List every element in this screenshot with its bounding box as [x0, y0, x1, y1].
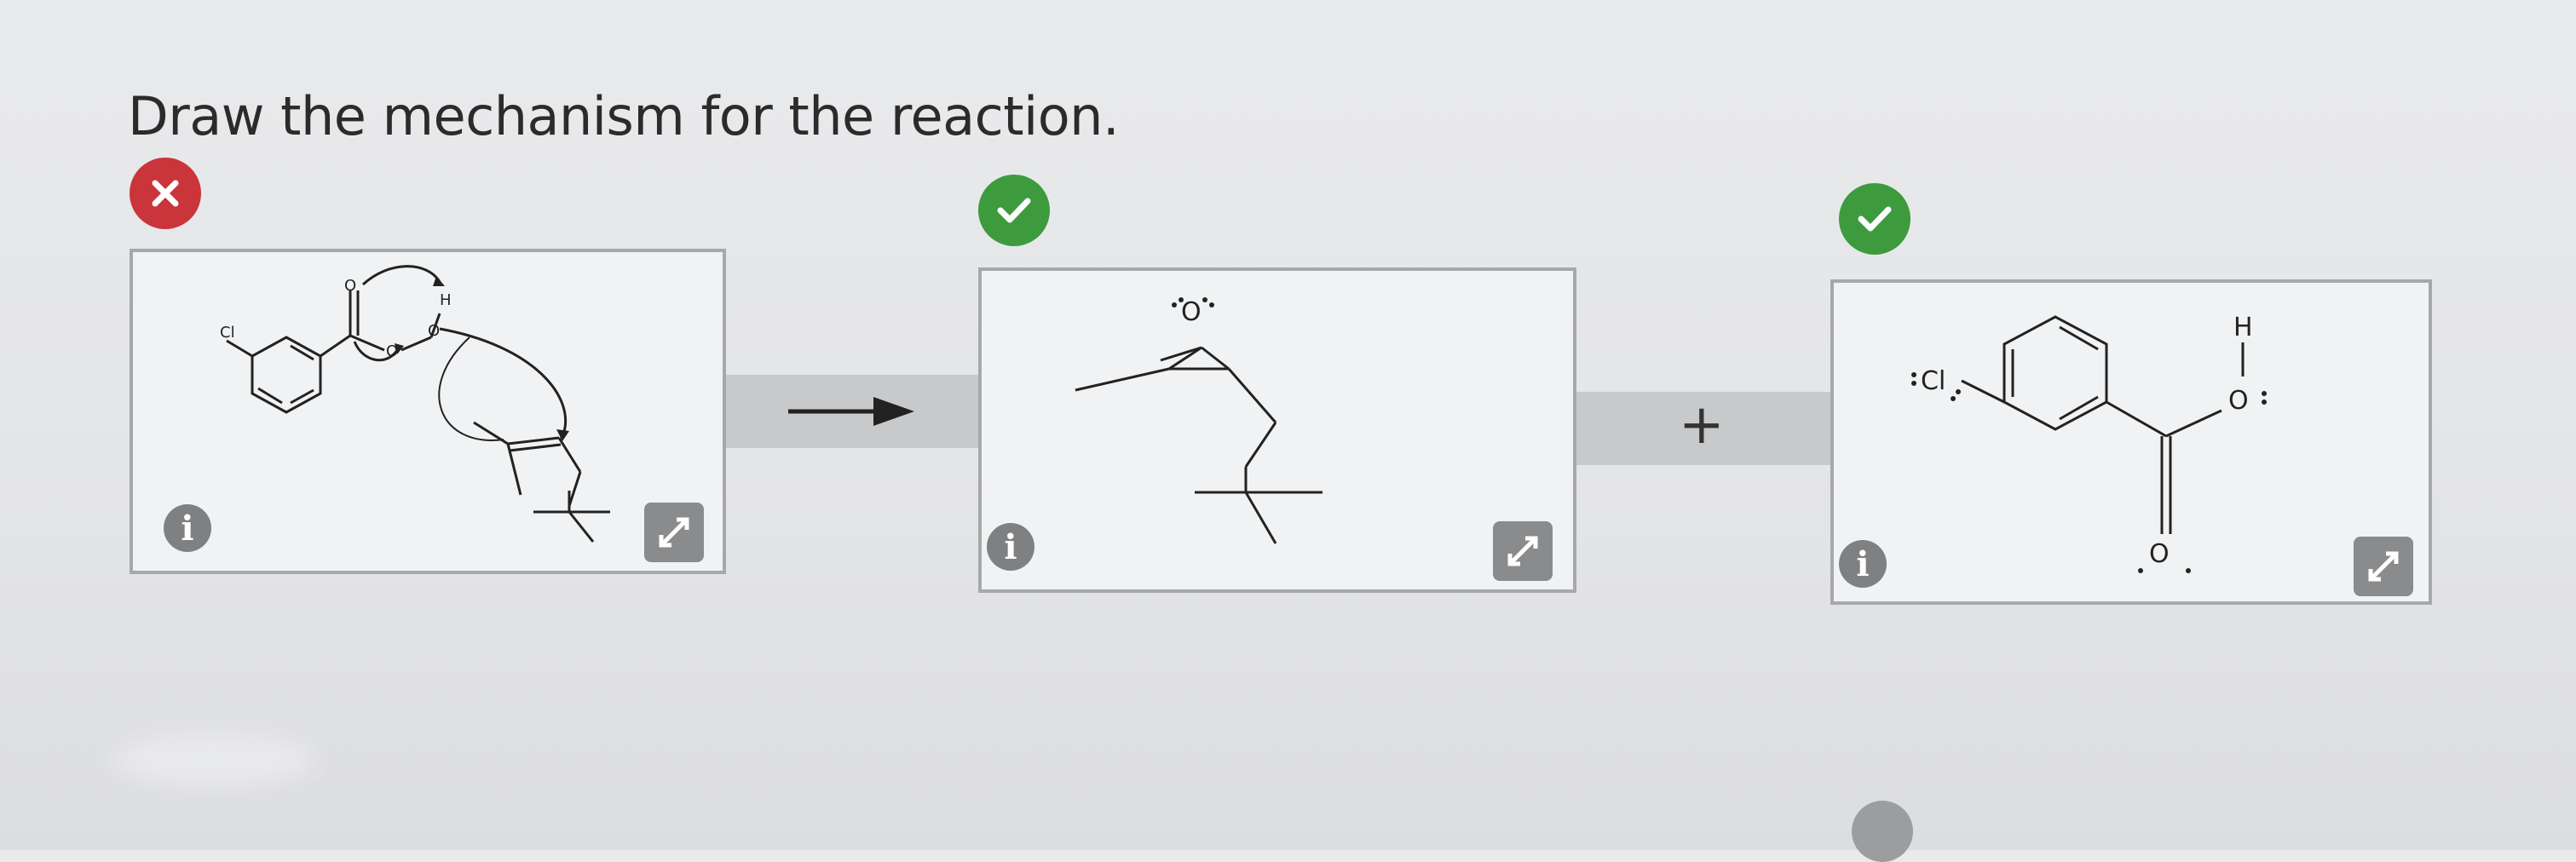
hydrogen-label: H — [440, 291, 452, 309]
question-prompt: Draw the mechanism for the reaction. — [128, 85, 1120, 147]
carbonyl-oxygen-label: O — [344, 277, 356, 295]
correct-check-icon — [1839, 183, 1910, 255]
background-blur-artifact — [111, 733, 315, 787]
expand-icon[interactable] — [2354, 537, 2413, 596]
correct-check-icon — [978, 175, 1050, 246]
info-icon[interactable]: i — [164, 504, 211, 552]
error-x-icon — [130, 158, 201, 229]
reactant-structure[interactable]: Cl O O O H — [133, 252, 723, 571]
acid-structure[interactable]: Cl O O H — [1834, 283, 2429, 601]
expand-icon[interactable] — [1493, 521, 1553, 581]
background-dot — [1852, 801, 1913, 862]
plus-sign: + — [1679, 394, 1725, 457]
epoxide-structure[interactable]: O — [982, 271, 1573, 589]
hydroxyl-oxygen-label: O — [2228, 386, 2249, 416]
epoxide-drawing-panel[interactable]: O i — [978, 267, 1576, 593]
hydrogen-label: H — [2233, 313, 2253, 342]
reactant-drawing-panel[interactable]: Cl O O O H i — [130, 249, 726, 574]
chlorine-label: Cl — [1921, 366, 1945, 396]
peroxide-oxygen-label: O — [386, 342, 398, 360]
epoxide-oxygen-label: O — [1181, 297, 1202, 327]
carbonyl-oxygen-label: O — [2149, 539, 2170, 569]
acid-drawing-panel[interactable]: Cl O O H i — [1830, 279, 2432, 605]
info-icon[interactable]: i — [1839, 540, 1887, 588]
expand-icon[interactable] — [644, 503, 704, 562]
chlorine-label: Cl — [220, 324, 235, 342]
hydroxyl-oxygen-label: O — [428, 322, 440, 340]
reaction-arrow-icon — [788, 397, 914, 426]
info-icon[interactable]: i — [987, 523, 1034, 571]
